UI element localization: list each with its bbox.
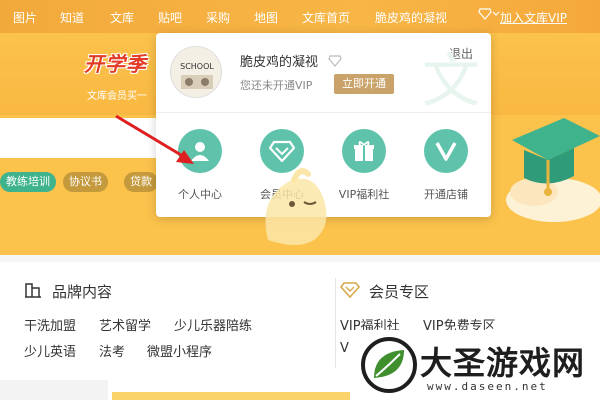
open-vip-button[interactable]: 立即开通 xyxy=(334,74,394,94)
top-nav-bar: 图片 知道 文库 贴吧 采购 地图 文库首页 脆皮鸡的凝视 加入文库VIP xyxy=(0,0,600,33)
popup-separator xyxy=(156,112,491,113)
banner-subtitle: 文库会员买一 xyxy=(87,91,147,102)
avatar[interactable]: SCHOOL xyxy=(170,46,222,98)
bottom-card xyxy=(0,380,108,400)
vip-diamond-icon xyxy=(328,52,342,71)
tag-agreement[interactable]: 协议书 xyxy=(63,172,108,192)
gift-icon xyxy=(342,129,386,173)
banner-logo[interactable]: 开学季 xyxy=(84,48,147,77)
watermark-title: 大圣游戏网 xyxy=(420,344,586,382)
avatar-text: SCHOOL xyxy=(180,62,214,71)
member-section-title: 会员专区 xyxy=(369,283,430,301)
brand-link[interactable]: 艺术留学 xyxy=(99,315,151,334)
nav-link-caigou[interactable]: 采购 xyxy=(206,9,230,26)
decor-icon: 文 xyxy=(422,47,480,113)
nav-link-wenku[interactable]: 文库 xyxy=(110,9,134,26)
brand-link[interactable]: 少儿乐器陪练 xyxy=(174,315,252,334)
nav-username[interactable]: 脆皮鸡的凝视 xyxy=(375,9,447,26)
brand-section-title: 品牌内容 xyxy=(52,283,113,301)
svg-text:文: 文 xyxy=(422,47,480,113)
tag-training[interactable]: 教练培训 xyxy=(0,172,56,192)
bottom-card xyxy=(112,392,350,400)
nav-link-images[interactable]: 图片 xyxy=(13,9,37,26)
personal-center-label: 个人中心 xyxy=(178,188,222,201)
open-shop-label: 开通店铺 xyxy=(424,188,468,201)
brand-link[interactable]: 微盟小程序 xyxy=(147,341,212,360)
brand-link[interactable]: 干洗加盟 xyxy=(24,315,76,334)
diamond-icon xyxy=(339,281,361,302)
section-divider xyxy=(335,278,336,368)
popup-username: 脆皮鸡的凝视 xyxy=(240,55,319,70)
nav-link-zhidao[interactable]: 知道 xyxy=(60,9,84,26)
vip-status: 您还未开通VIP xyxy=(240,79,313,92)
leaf-logo-icon xyxy=(360,336,418,394)
nav-link-map[interactable]: 地图 xyxy=(254,9,278,26)
chevron-down-icon[interactable] xyxy=(492,8,500,23)
nav-link-tieba[interactable]: 贴吧 xyxy=(158,9,182,26)
brand-link[interactable]: 少儿英语 xyxy=(24,341,76,360)
site-watermark: 大圣游戏网 www.daseen.net xyxy=(350,330,600,400)
brand-link[interactable]: 法考 xyxy=(99,341,125,360)
nav-link-wenku-home[interactable]: 文库首页 xyxy=(302,9,350,26)
graduation-hat-illustration xyxy=(494,100,600,230)
watermark-url: www.daseen.net xyxy=(427,380,548,393)
tag-loan[interactable]: 贷款 xyxy=(124,172,158,192)
building-icon xyxy=(24,281,42,302)
v-icon xyxy=(424,129,468,173)
vip-diamond-icon xyxy=(478,8,492,23)
open-shop-item[interactable]: 开通店铺 xyxy=(406,129,486,202)
mascot-illustration xyxy=(248,160,338,250)
join-vip-link[interactable]: 加入文库VIP xyxy=(500,9,567,26)
arrow-annotation-icon xyxy=(114,112,204,170)
